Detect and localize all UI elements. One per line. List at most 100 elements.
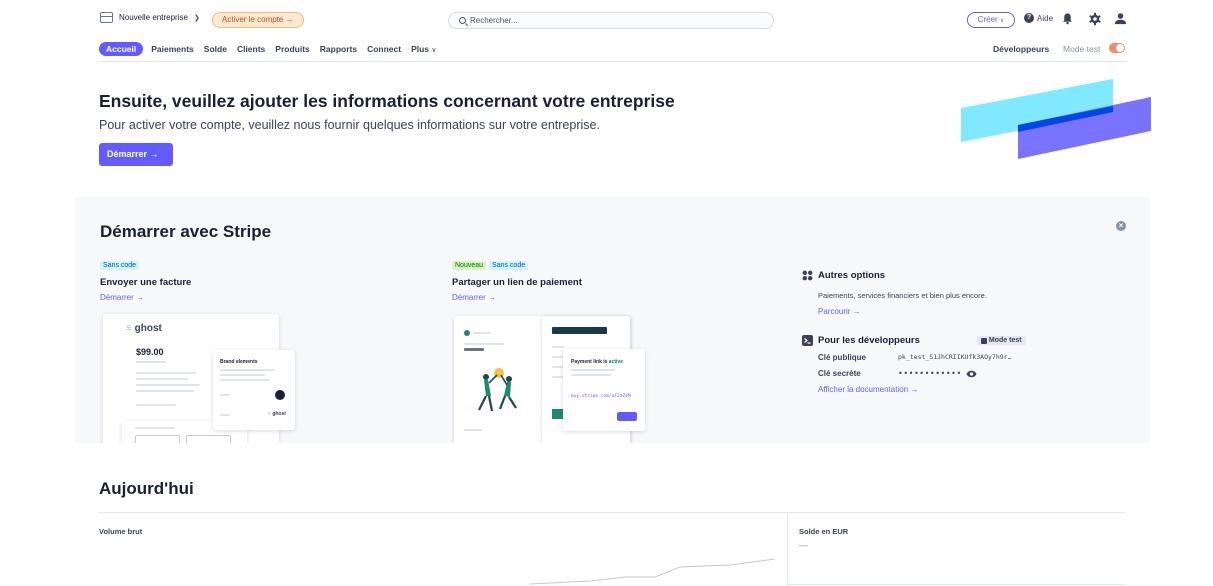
brand-logo: ≡ ghost [268, 411, 286, 417]
nav-item-payments[interactable]: Paiements [151, 44, 194, 54]
card-line [571, 374, 611, 376]
public-key-row: Clé publique pk_test_51JhCRIIKUfk3AOy7h9… [818, 353, 1026, 362]
invoice-option: Sans code Envoyer une facture Démarrer → [100, 254, 191, 302]
balance-value: — [799, 540, 808, 550]
account-switcher[interactable]: Nouvelle entreprise ❯ [100, 12, 200, 23]
invoice-title: Envoyer une facture [100, 277, 192, 288]
preview-line [464, 343, 504, 345]
nav-divider [99, 61, 1126, 62]
search-icon [459, 17, 466, 24]
no-code-badge: Sans code [489, 261, 529, 270]
chevron-down-icon: ∨ [431, 46, 437, 54]
terminal-icon [802, 335, 813, 346]
payment-link-card: Payment link is active buy.stripe.com/aF… [563, 349, 645, 431]
public-key-value[interactable]: pk_test_51JhCRIIKUfk3AOy7h9r… [898, 353, 1012, 362]
brand-line [220, 374, 265, 376]
secret-key-label: Clé secrète [818, 369, 861, 378]
nav-item-home[interactable]: Accueil [99, 41, 144, 56]
other-options-header: Autres options [802, 270, 1026, 281]
activate-account-button[interactable]: Activer le compte → [212, 12, 304, 28]
right-column: Autres options Paiements, services finan… [802, 270, 1026, 394]
hero-illustration [961, 79, 1151, 159]
account-name: Nouvelle entreprise [119, 13, 188, 22]
form-line [552, 346, 564, 348]
new-badge: Nouveau [452, 261, 487, 270]
brand-line [220, 369, 275, 371]
brand-line [220, 394, 230, 396]
browse-link[interactable]: Parcourir → [818, 307, 1026, 316]
nav-item-connect[interactable]: Connect [367, 44, 401, 54]
test-mode-badge-label: Mode test [988, 337, 1022, 344]
other-options-text: Paiements, services financiers et bien p… [818, 291, 987, 300]
brand-logo-text: ghost [272, 411, 286, 417]
view-docs-link[interactable]: Afficher la documentation → [818, 385, 1026, 394]
invoice-line [136, 372, 196, 374]
payment-link-url: buy.stripe.com/aF2aZ4M [571, 394, 631, 399]
gross-volume-label: Volume brut [99, 527, 143, 536]
today-divider [99, 512, 1126, 513]
invoice-line [136, 378, 188, 380]
invoice-amount: $99.00 [136, 347, 164, 357]
test-mode-toggle[interactable] [1109, 43, 1125, 53]
create-button[interactable]: Créer ∨ [967, 12, 1015, 28]
nav-item-customers[interactable]: Clients [237, 44, 265, 54]
payment-link-title: Partager un lien de paiement [452, 277, 582, 288]
brand-logo-dot [464, 330, 470, 336]
invoice-start-link[interactable]: Démarrer → [100, 293, 191, 302]
brand-line [220, 414, 230, 416]
payment-link-start-link[interactable]: Démarrer → [452, 293, 582, 302]
main-nav: Accueil Paiements Solde Clients Produits… [99, 40, 457, 57]
today-vertical-divider [787, 513, 788, 586]
account-icon [100, 12, 113, 23]
test-mode-badge: Mode test [976, 336, 1026, 345]
no-code-badge: Sans code [100, 261, 140, 270]
hero-subtitle: Pour activer votre compte, veuillez nous… [99, 118, 600, 132]
invoice-line [136, 404, 176, 406]
top-bar: Nouvelle entreprise ❯ Activer le compte … [0, 0, 1213, 40]
help-label: Aide [1037, 13, 1054, 23]
payment-field [135, 435, 180, 443]
hero-title: Ensuite, veuillez ajouter les informatio… [99, 91, 675, 111]
nav-item-products[interactable]: Produits [275, 44, 309, 54]
close-icon[interactable]: × [1116, 221, 1126, 231]
test-mode-label: Mode test [1063, 44, 1101, 54]
payment-field [186, 435, 231, 443]
help-icon: ? [1024, 13, 1034, 23]
nav-more-label: Plus [411, 43, 430, 54]
card-line [571, 369, 615, 371]
create-label: Créer [977, 15, 998, 24]
other-options-title: Autres options [818, 270, 886, 281]
start-button[interactable]: Démarrer → [99, 143, 173, 166]
brand-line [220, 379, 270, 381]
preview-line [473, 332, 491, 334]
gear-icon[interactable] [1088, 12, 1102, 26]
payment-link-active-title: Payment link is active [571, 359, 623, 365]
payment-link-option: Nouveau Sans code Partager un lien de pai… [452, 254, 582, 302]
chevron-down-icon: ❯ [193, 14, 200, 22]
bell-icon[interactable] [1061, 12, 1074, 25]
invoice-line [136, 390, 194, 392]
payment-line [135, 427, 175, 429]
brand-icon [275, 390, 285, 400]
search-input[interactable]: Rechercher... [448, 12, 774, 29]
secret-key-value: •••••••••••• [898, 369, 962, 378]
get-started-panel: Démarrer avec Stripe × Sans code Envoyer… [75, 197, 1150, 443]
invoice-line [136, 384, 200, 386]
help-button[interactable]: ? Aide [1024, 13, 1053, 23]
today-title: Aujourd'hui [99, 479, 194, 498]
nav-item-balance[interactable]: Solde [204, 44, 227, 54]
preview-line [464, 429, 482, 431]
brand-elements-title: Brand elements [220, 359, 258, 365]
share-button [617, 412, 637, 421]
developers-link[interactable]: Développeurs [993, 44, 1049, 54]
nav-item-more[interactable]: Plus ∨ [411, 44, 446, 54]
search-placeholder: Rechercher... [470, 16, 518, 25]
nav-item-reports[interactable]: Rapports [320, 44, 357, 54]
eye-icon[interactable] [966, 370, 977, 378]
user-icon[interactable] [1114, 12, 1127, 25]
gross-volume-sparkline [530, 558, 776, 585]
developers-header: Pour les développeurs Mode test [802, 335, 1026, 346]
secret-key-row: Clé secrète •••••••••••• [818, 369, 1026, 378]
invoice-line [136, 361, 166, 363]
preview-price [464, 348, 484, 351]
